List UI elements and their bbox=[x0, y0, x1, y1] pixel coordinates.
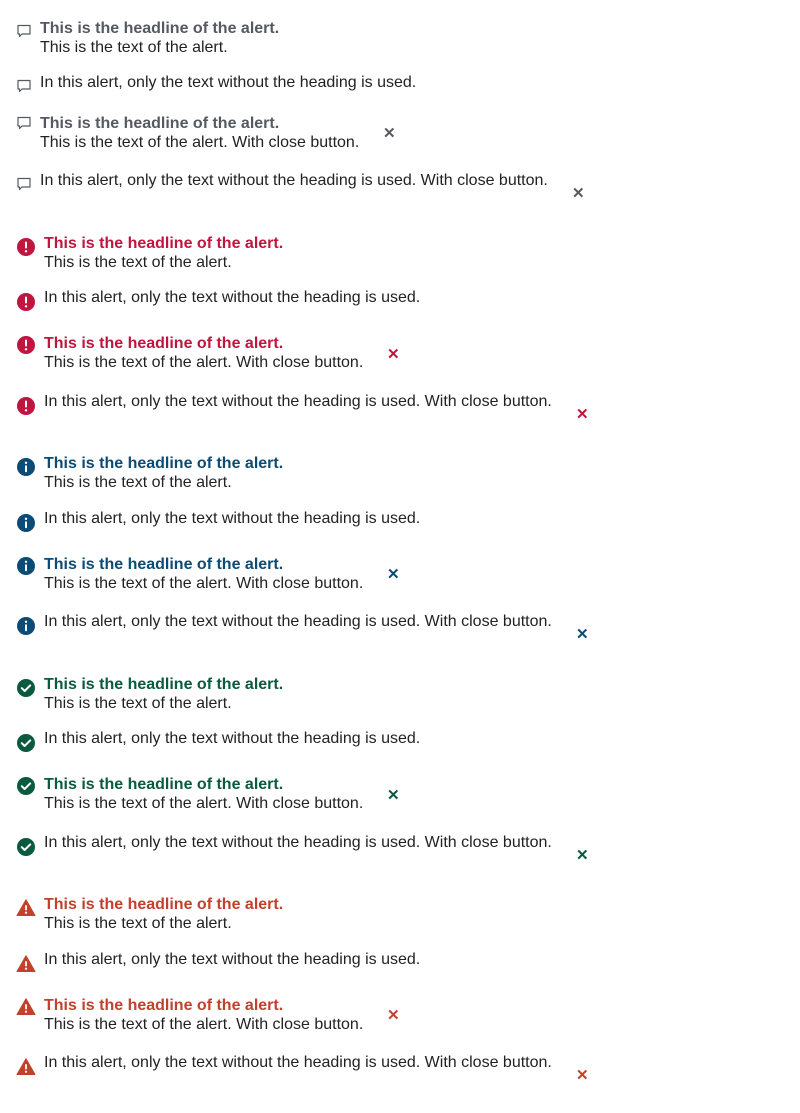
exclamation-circle-icon bbox=[17, 238, 35, 256]
alert-text: In this alert, only the text without the… bbox=[44, 834, 552, 851]
warning-alert-heading-closable: This is the headline of the alert. This … bbox=[16, 996, 363, 1034]
close-icon[interactable]: ✕ bbox=[387, 347, 400, 362]
alert-text: This is the text of the alert. bbox=[44, 474, 232, 491]
speech-bubble-icon bbox=[17, 79, 31, 93]
alert-text: This is the text of the alert. With clos… bbox=[44, 575, 364, 592]
warning-triangle-icon bbox=[16, 955, 36, 972]
check-circle-icon bbox=[17, 777, 35, 795]
alert-text: In this alert, only the text without the… bbox=[40, 172, 548, 189]
alert-text: This is the text of the alert. bbox=[44, 915, 232, 932]
error-alert-heading-closable: This is the headline of the alert. This … bbox=[16, 334, 363, 372]
neutral-alert-text-only-closable: In this alert, only the text without the… bbox=[16, 171, 548, 192]
success-alert-heading-closable: This is the headline of the alert. This … bbox=[16, 775, 363, 813]
alert-text: This is the text of the alert. With clos… bbox=[40, 134, 360, 151]
close-icon[interactable]: ✕ bbox=[576, 407, 589, 422]
alert-text: In this alert, only the text without the… bbox=[44, 951, 421, 968]
warning-alert-text-only-closable: In this alert, only the text without the… bbox=[16, 1053, 552, 1077]
alert-text: In this alert, only the text without the… bbox=[44, 1054, 552, 1071]
error-alert-heading: This is the headline of the alert. This … bbox=[16, 234, 283, 272]
neutral-alert-heading: This is the headline of the alert. This … bbox=[16, 19, 279, 57]
close-icon[interactable]: ✕ bbox=[383, 126, 396, 141]
alert-text: This is the text of the alert. bbox=[40, 39, 228, 56]
close-icon[interactable]: ✕ bbox=[387, 788, 400, 803]
info-circle-icon bbox=[17, 514, 35, 532]
success-alert-text-only-closable: In this alert, only the text without the… bbox=[16, 833, 552, 857]
alert-text: In this alert, only the text without the… bbox=[44, 510, 421, 527]
close-icon[interactable]: ✕ bbox=[387, 567, 400, 582]
alert-text: In this alert, only the text without the… bbox=[44, 393, 552, 410]
alert-heading: This is the headline of the alert. bbox=[44, 335, 284, 352]
alert-heading: This is the headline of the alert. bbox=[44, 556, 284, 573]
check-circle-icon bbox=[17, 838, 35, 856]
close-icon[interactable]: ✕ bbox=[387, 1008, 400, 1023]
info-alert-heading-closable: This is the headline of the alert. This … bbox=[16, 555, 363, 593]
alert-heading: This is the headline of the alert. bbox=[44, 997, 284, 1014]
exclamation-circle-icon bbox=[17, 336, 35, 354]
neutral-alert-heading-closable: This is the headline of the alert. This … bbox=[16, 114, 359, 152]
info-circle-icon bbox=[17, 458, 35, 476]
alert-heading: This is the headline of the alert. bbox=[44, 676, 284, 693]
success-alert-heading: This is the headline of the alert. This … bbox=[16, 675, 283, 713]
check-circle-icon bbox=[17, 679, 35, 697]
alert-heading: This is the headline of the alert. bbox=[44, 896, 284, 913]
info-alert-text-only: In this alert, only the text without the… bbox=[16, 509, 420, 533]
close-icon[interactable]: ✕ bbox=[576, 1068, 589, 1083]
alert-heading: This is the headline of the alert. bbox=[44, 776, 284, 793]
close-icon[interactable]: ✕ bbox=[576, 627, 589, 642]
alert-text: This is the text of the alert. bbox=[44, 695, 232, 712]
warning-alert-heading: This is the headline of the alert. This … bbox=[16, 895, 283, 933]
alert-text: This is the text of the alert. With clos… bbox=[44, 1016, 364, 1033]
info-circle-icon bbox=[17, 617, 35, 635]
alert-text: This is the text of the alert. bbox=[44, 254, 232, 271]
alert-text: In this alert, only the text without the… bbox=[44, 289, 421, 306]
neutral-alert-text-only: In this alert, only the text without the… bbox=[16, 73, 416, 94]
warning-alert-text-only: In this alert, only the text without the… bbox=[16, 950, 420, 974]
info-circle-icon bbox=[17, 557, 35, 575]
error-alert-text-only: In this alert, only the text without the… bbox=[16, 288, 420, 312]
warning-triangle-icon bbox=[16, 899, 36, 916]
info-alert-heading: This is the headline of the alert. This … bbox=[16, 454, 283, 492]
alert-text: This is the text of the alert. With clos… bbox=[44, 354, 364, 371]
speech-bubble-icon bbox=[17, 24, 31, 38]
close-icon[interactable]: ✕ bbox=[572, 186, 585, 201]
alert-heading: This is the headline of the alert. bbox=[44, 455, 284, 472]
close-icon[interactable]: ✕ bbox=[576, 848, 589, 863]
exclamation-circle-icon bbox=[17, 397, 35, 415]
alert-heading: This is the headline of the alert. bbox=[44, 235, 284, 252]
speech-bubble-icon bbox=[17, 177, 31, 191]
check-circle-icon bbox=[17, 734, 35, 752]
alert-text: In this alert, only the text without the… bbox=[44, 730, 421, 747]
alert-text: This is the text of the alert. With clos… bbox=[44, 795, 364, 812]
alert-heading: This is the headline of the alert. bbox=[40, 115, 280, 132]
exclamation-circle-icon bbox=[17, 293, 35, 311]
error-alert-text-only-closable: In this alert, only the text without the… bbox=[16, 392, 552, 416]
warning-triangle-icon bbox=[16, 1058, 36, 1075]
alert-heading: This is the headline of the alert. bbox=[40, 20, 280, 37]
warning-triangle-icon bbox=[16, 998, 36, 1015]
info-alert-text-only-closable: In this alert, only the text without the… bbox=[16, 612, 552, 636]
speech-bubble-icon bbox=[17, 116, 31, 130]
success-alert-text-only: In this alert, only the text without the… bbox=[16, 729, 420, 753]
alert-text: In this alert, only the text without the… bbox=[44, 613, 552, 630]
alert-text: In this alert, only the text without the… bbox=[40, 74, 417, 91]
